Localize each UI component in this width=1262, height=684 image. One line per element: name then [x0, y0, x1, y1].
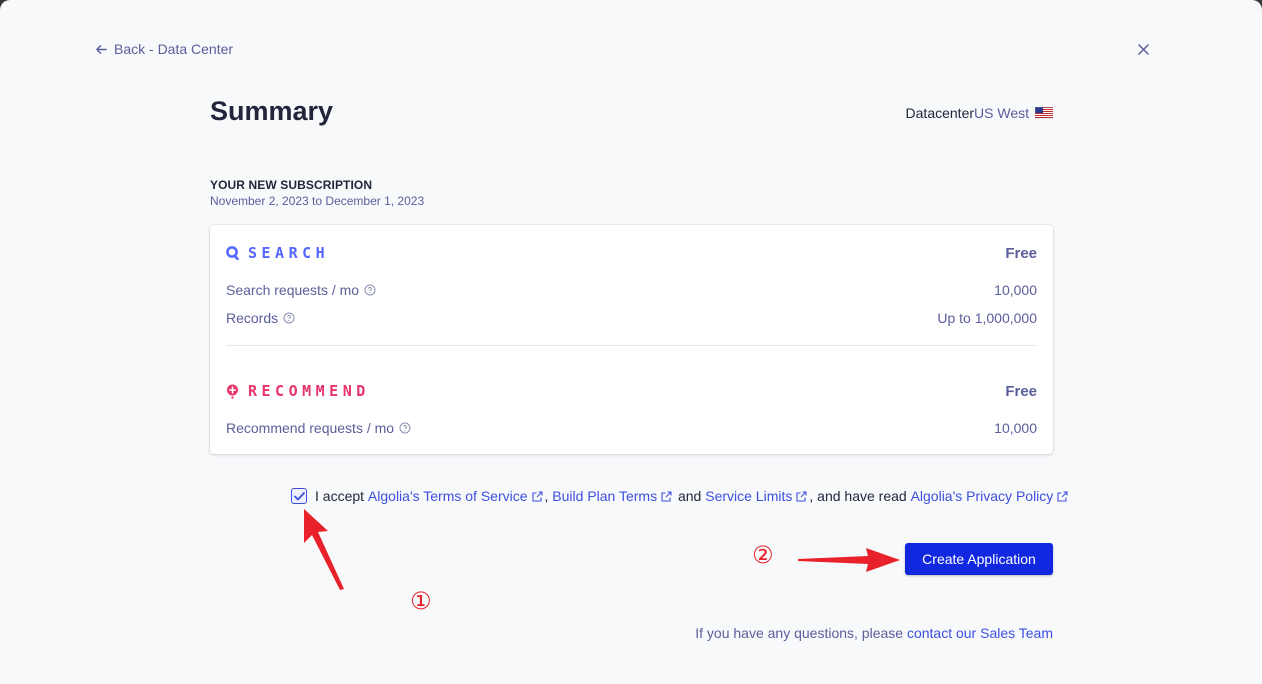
plan-row: Recommend requests / mo 10,000: [226, 420, 1037, 436]
create-application-button[interactable]: Create Application: [905, 543, 1053, 575]
external-link-icon: [661, 491, 672, 502]
plan-row-value: 10,000: [994, 420, 1037, 436]
subscription-dates: November 2, 2023 to December 1, 2023: [210, 194, 425, 208]
close-icon: [1137, 43, 1149, 55]
datacenter-indicator: DatacenterUS West: [906, 105, 1053, 121]
page-title: Summary: [210, 96, 334, 126]
terms-acceptance: I accept Algolia's Terms of Service , Bu…: [291, 488, 1070, 504]
back-link-label: Back - Data Center: [114, 41, 234, 57]
back-link[interactable]: Back - Data Center: [95, 40, 233, 58]
help-icon[interactable]: [364, 284, 376, 296]
search-product-name: SEARCH: [226, 244, 329, 262]
terms-prefix: I accept: [315, 488, 368, 504]
terms-of-service-link[interactable]: Algolia's Terms of Service: [368, 488, 545, 504]
plan-row-label: Search requests / mo: [226, 282, 360, 298]
external-link-icon: [796, 491, 807, 502]
search-price: Free: [1005, 244, 1037, 262]
plan-row: Records Up to 1,000,000: [226, 310, 1037, 326]
build-plan-terms-link[interactable]: Build Plan Terms: [552, 488, 674, 504]
help-icon[interactable]: [283, 312, 295, 324]
service-limits-link[interactable]: Service Limits: [705, 488, 809, 504]
plan-row-value: Up to 1,000,000: [937, 310, 1037, 326]
plan-row-value: 10,000: [994, 282, 1037, 298]
plan-summary-card: SEARCH Free Search requests / mo 10,000 …: [210, 225, 1053, 454]
recommend-price: Free: [1005, 382, 1037, 400]
datacenter-label: Datacenter: [905, 105, 975, 121]
arrow-left-icon: [96, 44, 107, 54]
recommend-product-icon: [227, 384, 238, 399]
subscription-heading: YOUR NEW SUBSCRIPTION: [210, 178, 373, 192]
recommend-product-name: RECOMMEND: [226, 382, 370, 400]
modal-window: Back - Data Center Summary DatacenterUS …: [0, 0, 1262, 684]
search-product-icon: [226, 246, 239, 260]
recommend-product-header: RECOMMEND Free: [226, 382, 1037, 400]
terms-checkbox[interactable]: [291, 488, 307, 504]
annotation-arrow-2: [798, 548, 900, 572]
privacy-policy-link[interactable]: Algolia's Privacy Policy: [911, 488, 1071, 504]
annotation-marker-2: ②: [752, 541, 774, 569]
help-icon[interactable]: [399, 422, 411, 434]
close-button[interactable]: [1134, 40, 1152, 58]
plan-row-label: Records: [226, 310, 279, 326]
plan-row: Search requests / mo 10,000: [226, 282, 1037, 298]
checkmark-icon: [293, 491, 305, 500]
annotation-arrow-1: [304, 509, 344, 590]
footer-help: If you have any questions, please contac…: [695, 625, 1053, 641]
card-divider: [226, 345, 1037, 346]
datacenter-region: US West: [974, 105, 1029, 121]
search-product-header: SEARCH Free: [226, 244, 1037, 262]
us-flag-icon: [1035, 107, 1053, 119]
contact-sales-link[interactable]: contact our Sales Team: [907, 625, 1053, 641]
annotation-marker-1: ①: [410, 587, 432, 615]
external-link-icon: [531, 491, 543, 502]
plan-row-label: Recommend requests / mo: [226, 420, 395, 436]
external-link-icon: [1057, 491, 1068, 502]
